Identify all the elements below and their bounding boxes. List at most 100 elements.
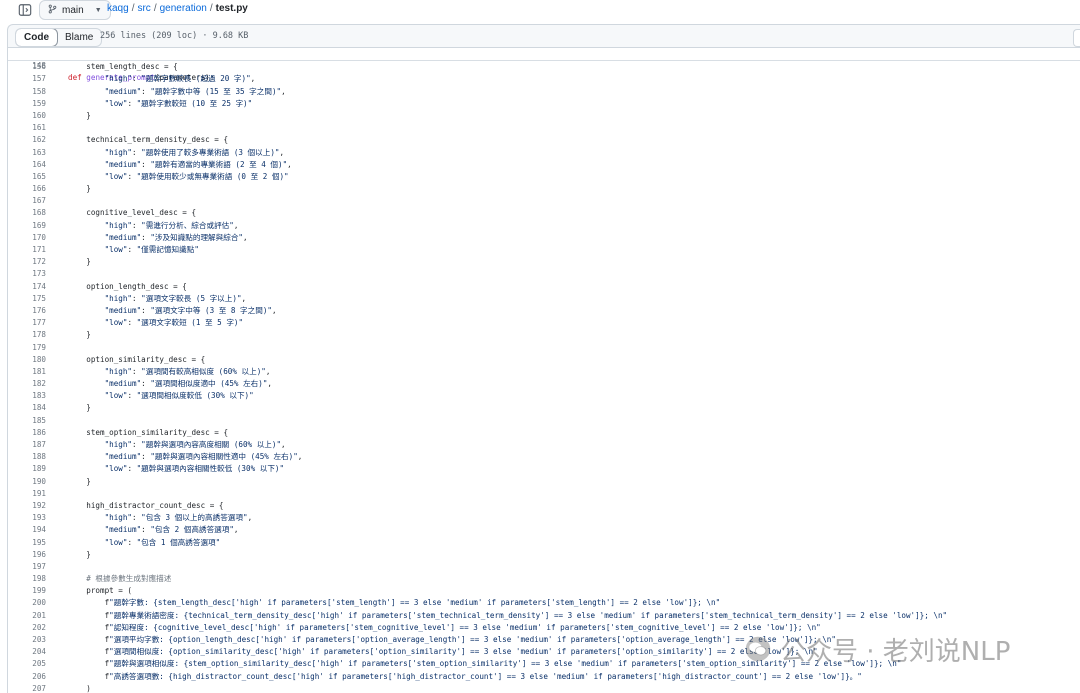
code-line[interactable]: 166 } (8, 183, 1080, 195)
code-line[interactable]: 171 "low": "僅需記憶知識點" (8, 244, 1080, 256)
line-number[interactable]: 197 (8, 561, 46, 573)
line-number[interactable]: 194 (8, 524, 46, 536)
line-number[interactable]: 177 (8, 317, 46, 329)
line-number[interactable]: 207 (8, 683, 46, 693)
line-number[interactable]: 204 (8, 646, 46, 658)
code-line[interactable]: 191 (8, 488, 1080, 500)
line-number[interactable]: 180 (8, 354, 46, 366)
code-line[interactable]: 184 } (8, 402, 1080, 414)
line-number[interactable]: 167 (8, 195, 46, 207)
code-line[interactable]: 182 "medium": "選項間相似度適中 (45% 左右)", (8, 378, 1080, 390)
breadcrumb-repo-link[interactable]: kaqg (107, 3, 129, 14)
line-number[interactable]: 166 (8, 183, 46, 195)
code-line[interactable]: 194 "medium": "包含 2 個高誘答選項", (8, 524, 1080, 536)
line-number[interactable]: 175 (8, 293, 46, 305)
line-number[interactable]: 179 (8, 342, 46, 354)
code-line[interactable]: 205 f"題幹與選項相似度: {stem_option_similarity_… (8, 658, 1080, 670)
code-line[interactable]: 183 "low": "選項間相似度較低 (30% 以下)" (8, 390, 1080, 402)
line-number[interactable]: 193 (8, 512, 46, 524)
line-number[interactable]: 169 (8, 220, 46, 232)
line-number[interactable]: 172 (8, 256, 46, 268)
line-number[interactable]: 164 (8, 159, 46, 171)
line-number[interactable]: 183 (8, 390, 46, 402)
code-line[interactable]: 179 (8, 342, 1080, 354)
code-line[interactable]: 160 } (8, 110, 1080, 122)
line-number[interactable]: 176 (8, 305, 46, 317)
line-number[interactable]: 173 (8, 268, 46, 280)
line-number[interactable]: 171 (8, 244, 46, 256)
line-number[interactable]: 203 (8, 634, 46, 646)
code-line[interactable]: 163 "high": "題幹使用了較多專業術語 (3 個以上)", (8, 147, 1080, 159)
line-number[interactable]: 163 (8, 147, 46, 159)
line-number[interactable]: 181 (8, 366, 46, 378)
code-line[interactable]: 170 "medium": "涉及知識點的理解與綜合", (8, 232, 1080, 244)
breadcrumb-generation-link[interactable]: generation (160, 3, 207, 14)
code-line[interactable]: 192 high_distractor_count_desc = { (8, 500, 1080, 512)
code-line[interactable]: 202 f"認知程度: {cognitive_level_desc['high'… (8, 622, 1080, 634)
line-number[interactable]: 189 (8, 463, 46, 475)
code-line[interactable]: 174 option_length_desc = { (8, 281, 1080, 293)
code-line[interactable]: 158 "medium": "題幹字數中等 (15 至 35 字之間)", (8, 86, 1080, 98)
line-number[interactable]: 198 (8, 573, 46, 585)
code-line[interactable]: 193 "high": "包含 3 個以上的高誘答選項", (8, 512, 1080, 524)
line-number[interactable]: 161 (8, 122, 46, 134)
code-line[interactable]: 168 cognitive_level_desc = { (8, 207, 1080, 219)
line-number[interactable]: 200 (8, 597, 46, 609)
code-line[interactable]: 176 "medium": "選項文字中等 (3 至 8 字之間)", (8, 305, 1080, 317)
code-line[interactable]: 177 "low": "選項文字較短 (1 至 5 字)" (8, 317, 1080, 329)
line-number[interactable]: 195 (8, 537, 46, 549)
line-number[interactable]: 157 (8, 73, 46, 85)
code-line[interactable]: 180 option_similarity_desc = { (8, 354, 1080, 366)
code-line[interactable]: 173 (8, 268, 1080, 280)
breadcrumb-src-link[interactable]: src (137, 3, 150, 14)
code-line[interactable]: 189 "low": "題幹與選項內容相關性較低 (30% 以下)" (8, 463, 1080, 475)
line-number[interactable]: 191 (8, 488, 46, 500)
code-line[interactable]: 201 f"題幹專業術語密度: {technical_term_density_… (8, 610, 1080, 622)
line-number[interactable]: 156 (8, 61, 46, 73)
sticky-scope-line[interactable]: 148 def generate_prompt(parameters): (8, 48, 1080, 82)
line-number[interactable]: 160 (8, 110, 46, 122)
code-line[interactable]: 186 stem_option_similarity_desc = { (8, 427, 1080, 439)
code-line[interactable]: 161 (8, 122, 1080, 134)
line-number[interactable]: 159 (8, 98, 46, 110)
code-line[interactable]: 203 f"選項平均字數: {option_length_desc['high'… (8, 634, 1080, 646)
line-number[interactable]: 186 (8, 427, 46, 439)
code-line[interactable]: 197 (8, 561, 1080, 573)
line-number[interactable]: 162 (8, 134, 46, 146)
line-number[interactable]: 187 (8, 439, 46, 451)
line-number[interactable]: 182 (8, 378, 46, 390)
code-line[interactable]: 175 "high": "選項文字較長 (5 字以上)", (8, 293, 1080, 305)
line-number[interactable]: 196 (8, 549, 46, 561)
code-line[interactable]: 185 (8, 415, 1080, 427)
line-number[interactable]: 184 (8, 402, 46, 414)
line-number[interactable]: 190 (8, 476, 46, 488)
code-line[interactable]: 165 "low": "題幹使用較少或無專業術語 (0 至 2 個)" (8, 171, 1080, 183)
code-line[interactable]: 157 "high": "題幹字數較長 (超過 20 字)", (8, 73, 1080, 85)
branch-selector[interactable]: main ▼ (39, 0, 111, 20)
line-number[interactable]: 205 (8, 658, 46, 670)
line-number[interactable]: 199 (8, 585, 46, 597)
code-line[interactable]: 204 f"選項間相似度: {option_similarity_desc['h… (8, 646, 1080, 658)
file-actions-edge[interactable] (1073, 29, 1080, 47)
code-line[interactable]: 199 prompt = ( (8, 585, 1080, 597)
line-number[interactable]: 158 (8, 86, 46, 98)
line-number[interactable]: 185 (8, 415, 46, 427)
code-line[interactable]: 190 } (8, 476, 1080, 488)
code-line[interactable]: 200 f"題幹字數: {stem_length_desc['high' if … (8, 597, 1080, 609)
line-number[interactable]: 188 (8, 451, 46, 463)
line-number[interactable]: 201 (8, 610, 46, 622)
code-line[interactable]: 172 } (8, 256, 1080, 268)
code-line[interactable]: 178 } (8, 329, 1080, 341)
code-line[interactable]: 196 } (8, 549, 1080, 561)
line-number[interactable]: 170 (8, 232, 46, 244)
line-number[interactable]: 174 (8, 281, 46, 293)
code-line[interactable]: 206 f"高誘答選項數: {high_distractor_count_des… (8, 671, 1080, 683)
tab-blame[interactable]: Blame (57, 29, 101, 46)
code-line[interactable]: 167 (8, 195, 1080, 207)
code-line[interactable]: 195 "low": "包含 1 個高誘答選項" (8, 537, 1080, 549)
code-line[interactable]: 198 # 根據參數生成對應描述 (8, 573, 1080, 585)
line-number[interactable]: 165 (8, 171, 46, 183)
line-number[interactable]: 168 (8, 207, 46, 219)
code-line[interactable]: 169 "high": "需進行分析、綜合或評估", (8, 220, 1080, 232)
code-line[interactable]: 156 stem_length_desc = { (8, 61, 1080, 73)
